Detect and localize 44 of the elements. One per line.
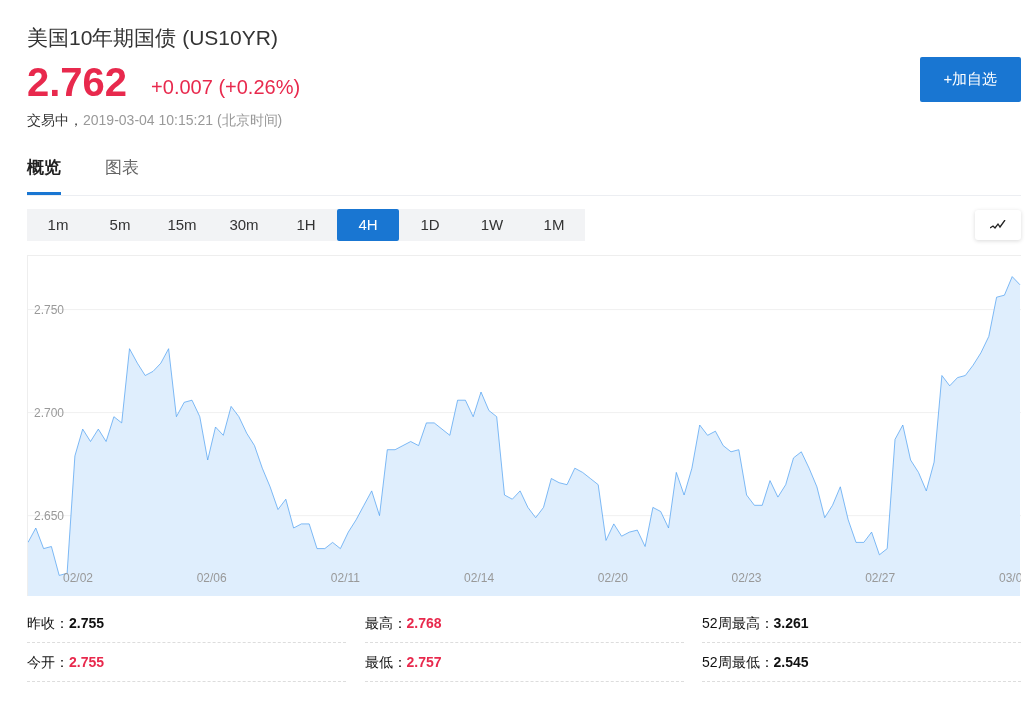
stat-value: 2.757: [406, 652, 442, 672]
x-axis-label: 02/14: [464, 571, 495, 585]
quote-time: 2019-03-04 10:15:21: [83, 111, 213, 128]
range-button[interactable]: 15m: [151, 209, 213, 241]
stat-value: 2.768: [406, 613, 442, 633]
y-axis-label: 2.650: [34, 508, 65, 523]
y-axis-label: 2.700: [34, 405, 65, 420]
x-axis-label: 03/0: [999, 571, 1021, 585]
stat-value: 3.261: [773, 613, 809, 633]
range-button[interactable]: 30m: [213, 209, 275, 241]
instrument-symbol: (US10YR): [182, 26, 278, 49]
timezone: (北京时间): [216, 111, 283, 128]
stat-value: 2.545: [773, 652, 809, 672]
tab[interactable]: 概览: [27, 154, 61, 195]
add-watchlist-button[interactable]: +加自选: [920, 57, 1021, 102]
tab[interactable]: 图表: [105, 154, 139, 195]
range-button[interactable]: 1M: [523, 209, 585, 241]
x-axis-label: 02/23: [731, 571, 762, 585]
trading-status: 交易中，: [27, 111, 83, 128]
x-axis-label: 02/02: [63, 571, 93, 585]
stat-value: 2.755: [69, 613, 105, 633]
x-axis-label: 02/11: [330, 571, 360, 585]
chart-type-button[interactable]: [975, 210, 1021, 240]
instrument-title: 美国10年期国债: [27, 26, 177, 49]
range-button[interactable]: 1W: [461, 209, 523, 241]
range-button[interactable]: 1m: [27, 209, 89, 241]
stat-label: 最低：: [364, 652, 407, 672]
y-axis-label: 2.750: [34, 302, 65, 317]
stat-label: 昨收：: [27, 613, 69, 633]
x-axis-label: 02/27: [865, 571, 896, 585]
line-chart-icon: [990, 220, 1006, 230]
range-button[interactable]: 1D: [399, 209, 461, 241]
range-button[interactable]: 4H: [337, 209, 399, 241]
range-button[interactable]: 5m: [89, 209, 151, 241]
price: 2.762: [27, 61, 128, 102]
stat-label: 最高：: [364, 613, 407, 633]
price-change: +0.007 (+0.26%): [151, 74, 301, 100]
x-axis-label: 02/20: [597, 571, 628, 585]
stat-label: 今开：: [27, 652, 69, 672]
stat-label: 52周最高：: [702, 613, 774, 633]
stat-value: 2.755: [69, 652, 105, 672]
range-button[interactable]: 1H: [275, 209, 337, 241]
stat-label: 52周最低：: [702, 652, 774, 672]
x-axis-label: 02/06: [196, 571, 227, 585]
